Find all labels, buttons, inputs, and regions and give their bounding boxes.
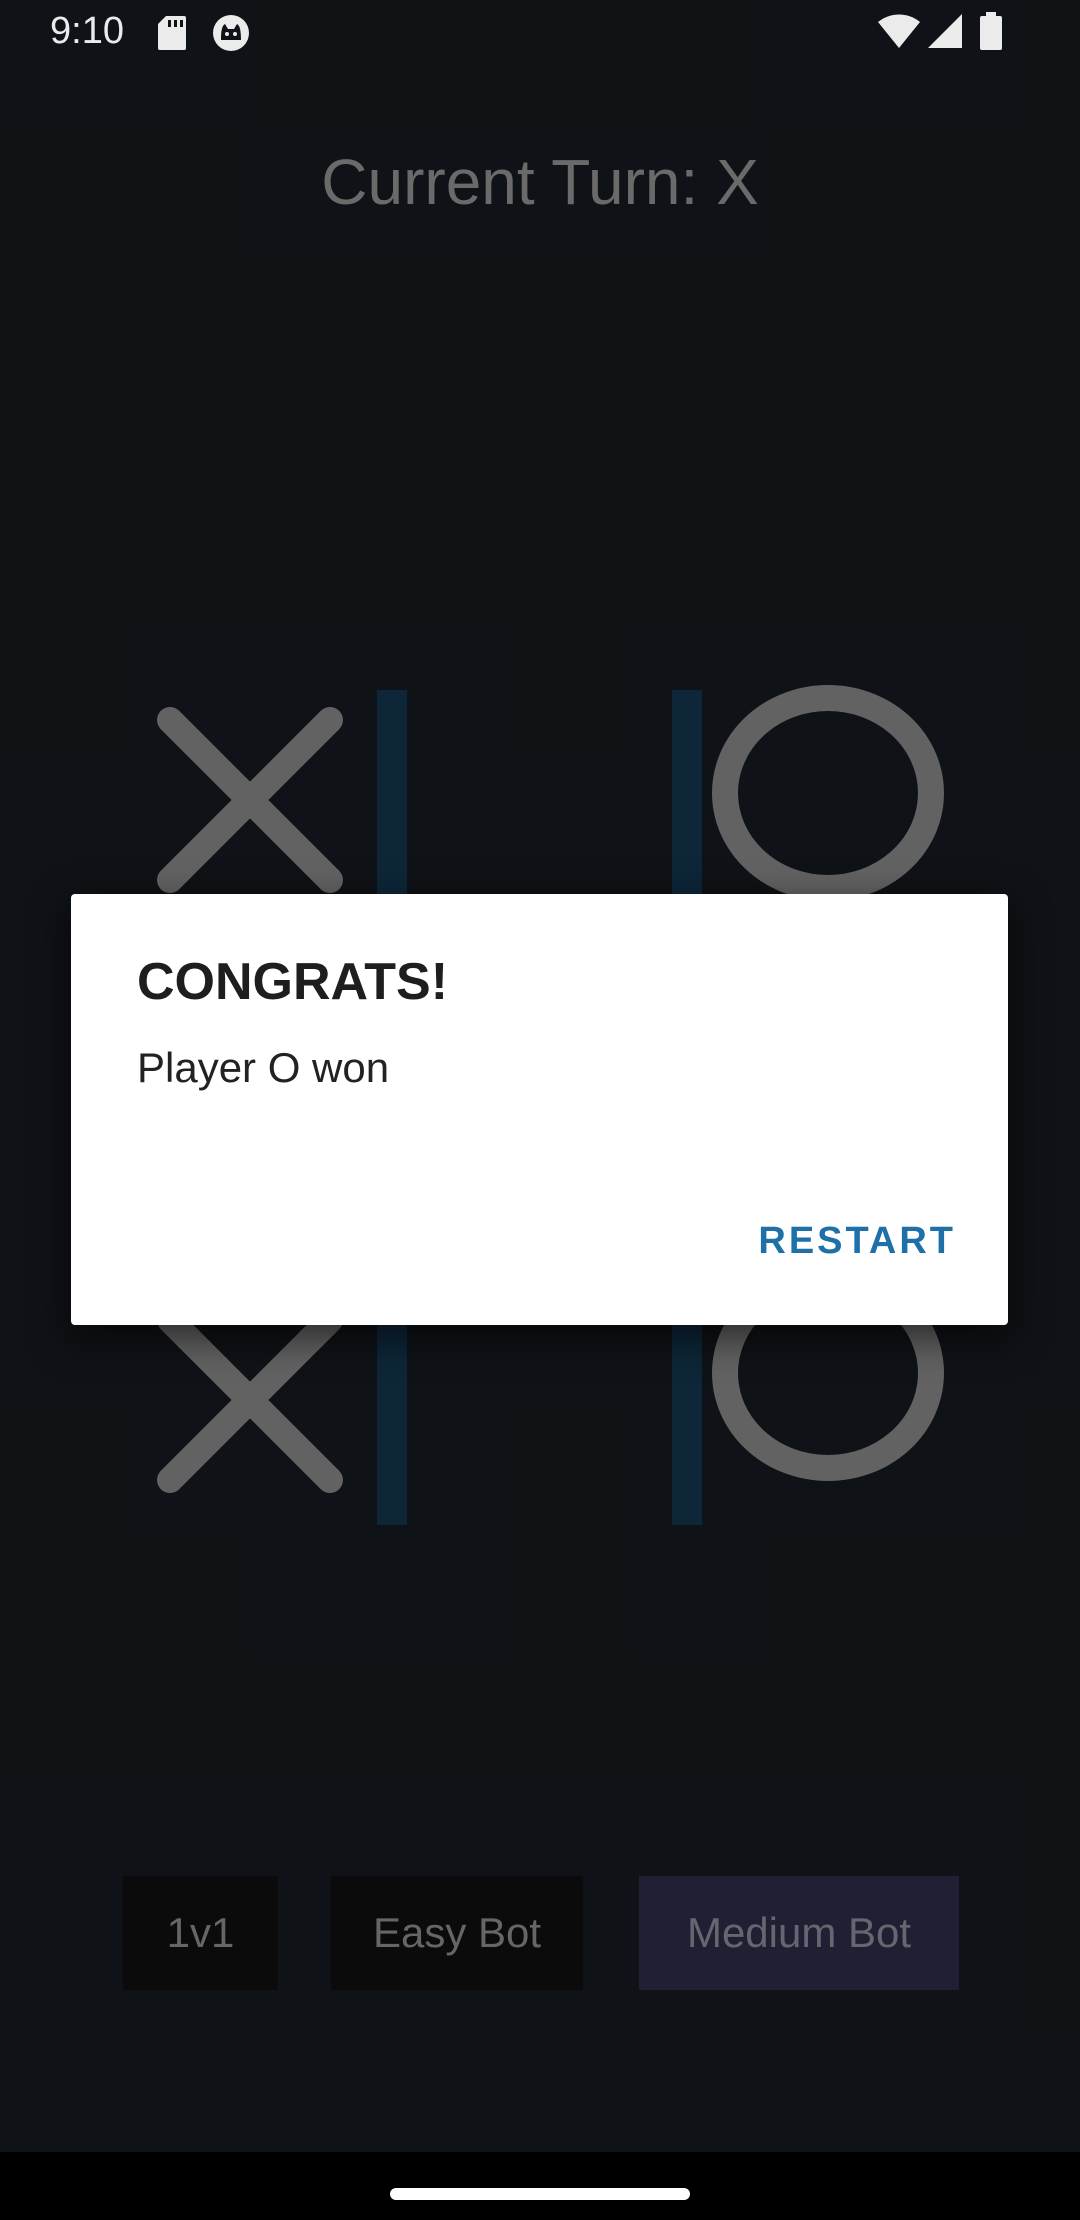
- win-dialog: CONGRATS! Player O won RESTART: [71, 894, 1008, 1325]
- home-gesture-handle[interactable]: [390, 2188, 690, 2200]
- navigation-bar: [0, 2152, 1080, 2220]
- dialog-title: CONGRATS!: [137, 953, 449, 1011]
- dialog-message: Player O won: [137, 1044, 390, 1091]
- restart-button[interactable]: RESTART: [758, 1220, 956, 1263]
- game-screen: 9:10 Current Turn: X 1v1 Easy Bot Medium…: [0, 0, 1080, 2220]
